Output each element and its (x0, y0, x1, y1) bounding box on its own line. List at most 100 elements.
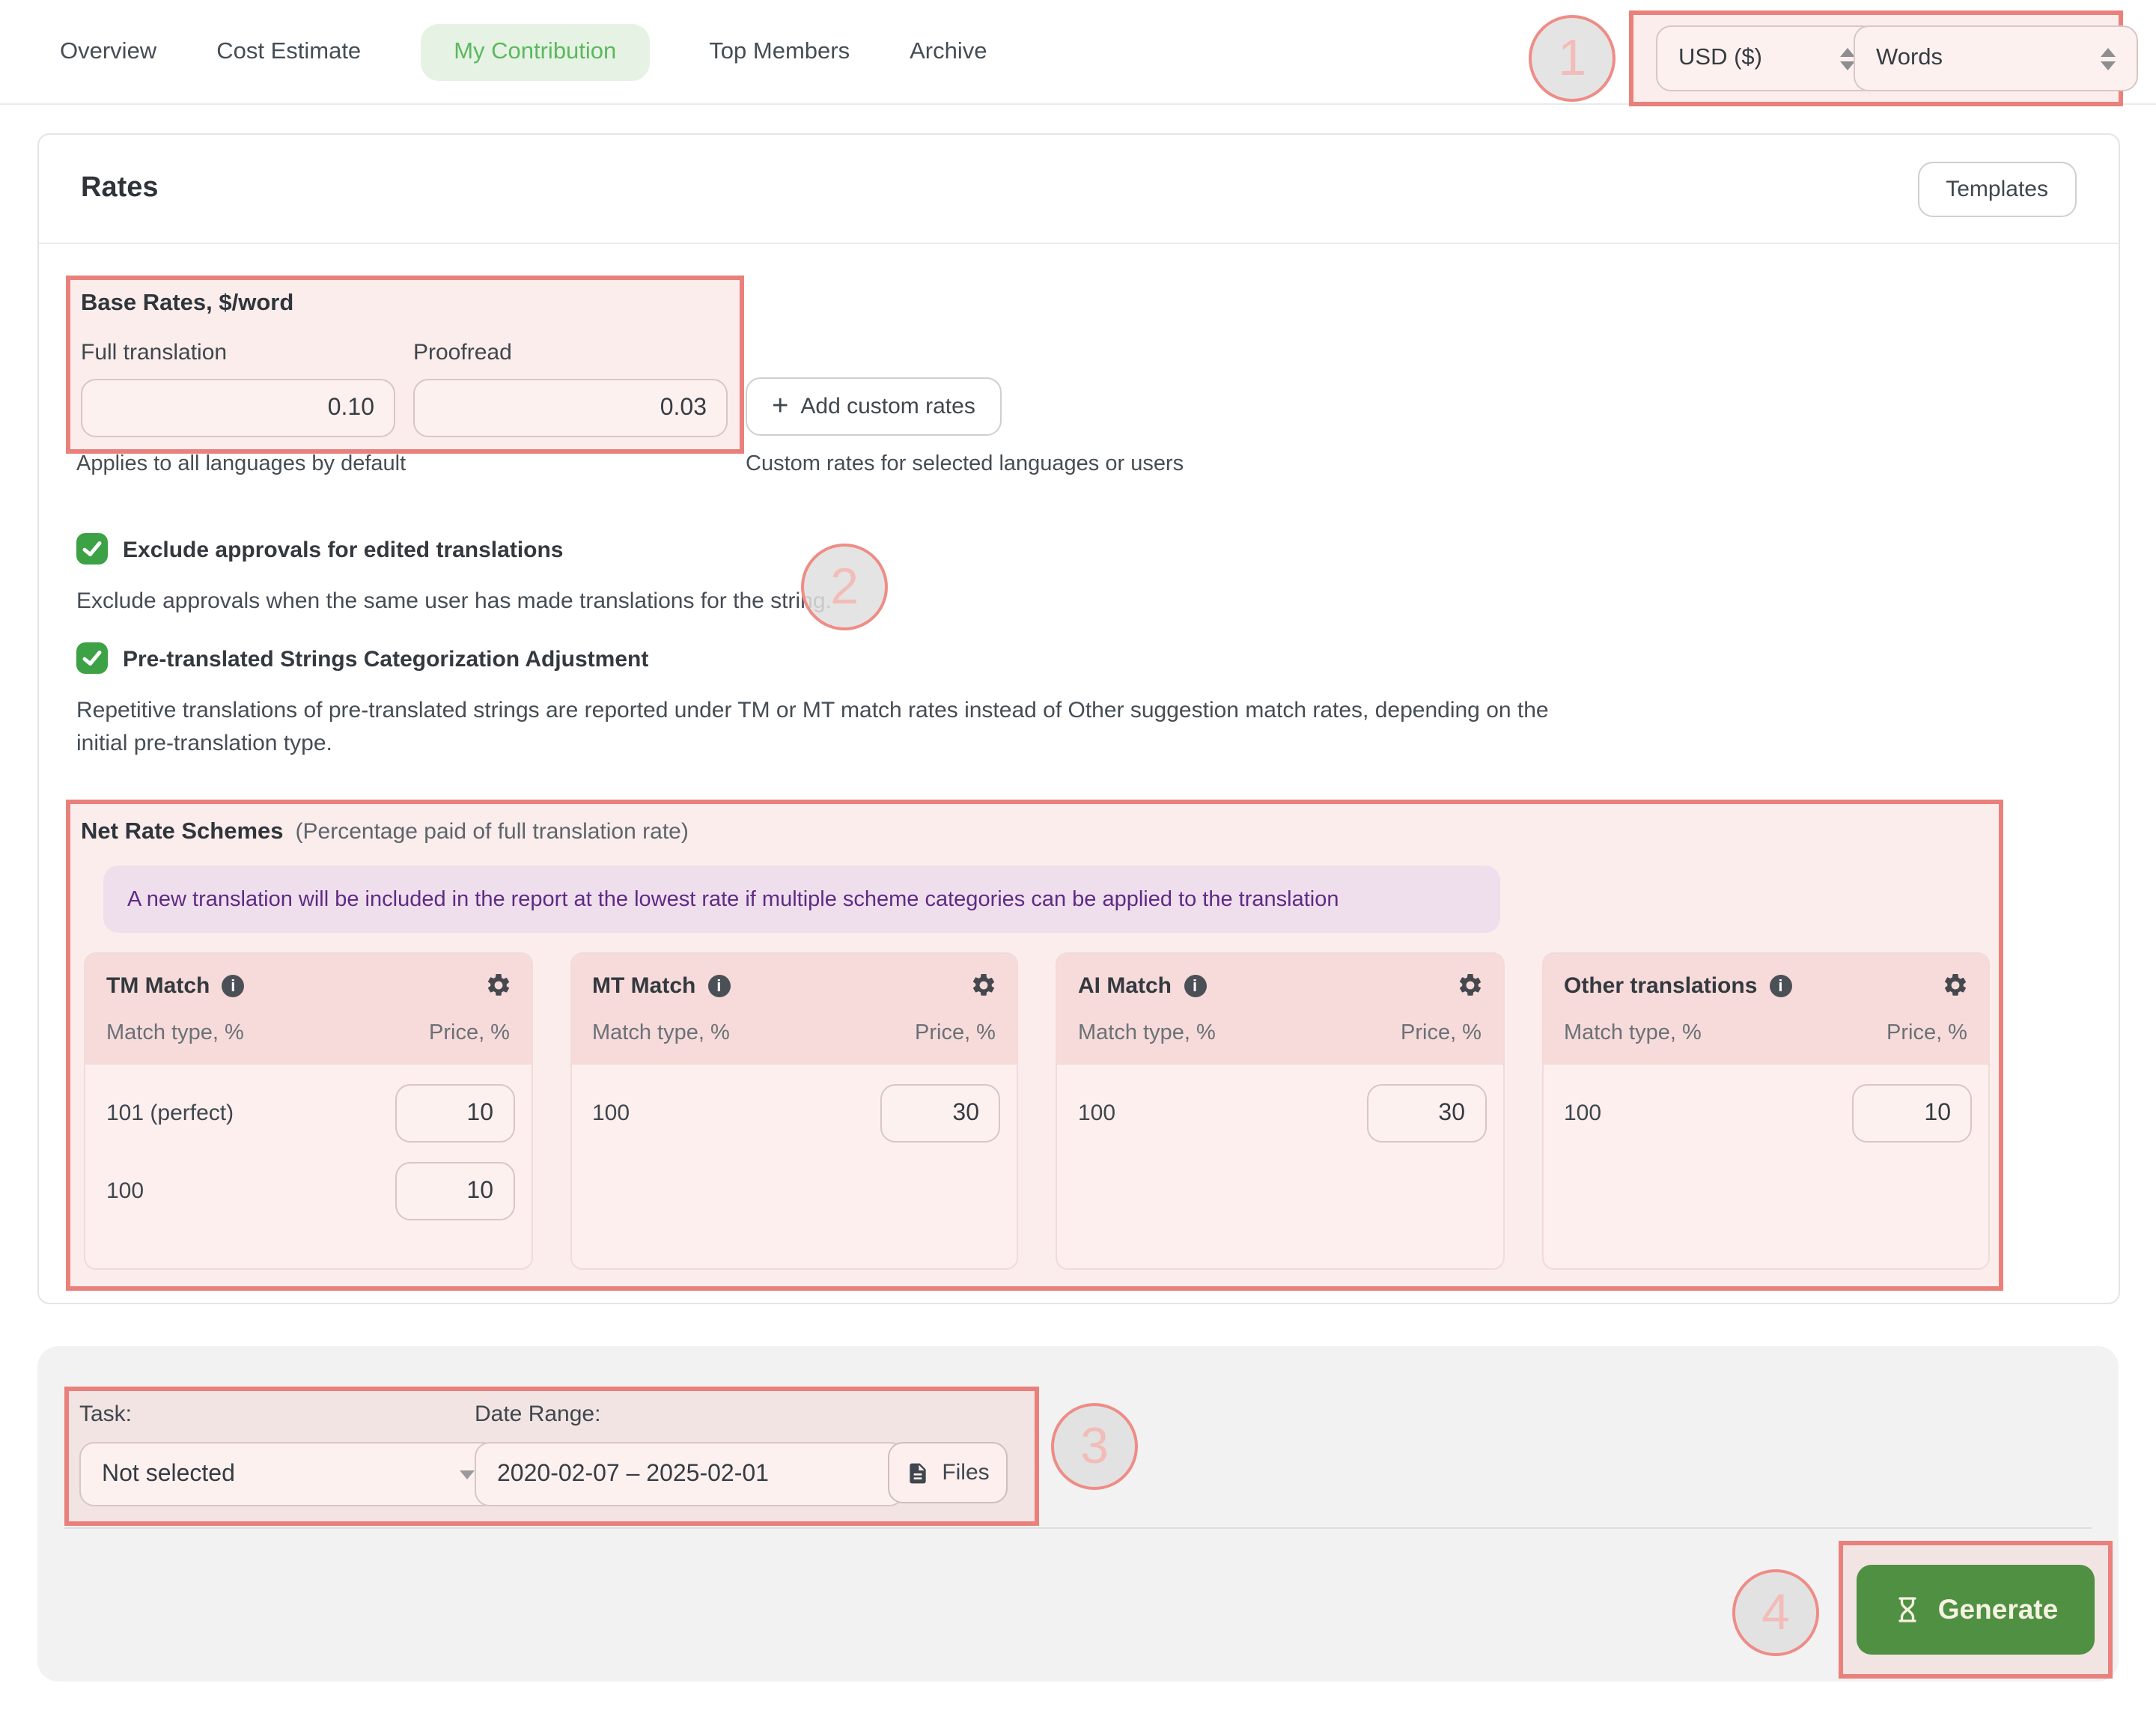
pretranslated-adjustment-checkbox[interactable] (76, 642, 108, 674)
check-icon (81, 647, 103, 669)
tm-match-title: TM Match (106, 973, 210, 999)
price-column-label: Price, % (429, 1021, 510, 1045)
match-type-value: 101 (perfect) (106, 1101, 234, 1126)
match-type-value: 100 (1564, 1101, 1601, 1126)
match-row: 100 (592, 1084, 1000, 1143)
net-rate-schemes-subtitle: (Percentage paid of full translation rat… (296, 819, 689, 845)
annotation-circle-2: 2 (801, 544, 888, 630)
files-button[interactable]: Files (888, 1442, 1008, 1503)
ai-match-title: AI Match (1078, 973, 1172, 999)
other-translations-card: Other translations i Match type, % Price… (1541, 952, 1990, 1270)
tab-my-contribution[interactable]: My Contribution (421, 23, 649, 80)
lowest-rate-info-banner: A new translation will be included in th… (103, 865, 1500, 933)
proofread-rate-input[interactable] (413, 379, 728, 437)
gear-icon[interactable] (1456, 972, 1483, 1006)
proofread-label: Proofread (413, 340, 512, 365)
match-type-value: 100 (592, 1101, 630, 1126)
rates-card: Rates Templates Base Rates, $/word Full … (37, 133, 2120, 1304)
price-input[interactable] (395, 1162, 514, 1220)
tm-match-card-header: TM Match i Match type, % Price, % (85, 954, 531, 1065)
match-type-column-label: Match type, % (106, 1021, 244, 1045)
tm-match-card: TM Match i Match type, % Price, % 101 (p… (84, 952, 532, 1270)
full-translation-rate-input[interactable] (81, 379, 395, 437)
file-icon (906, 1461, 930, 1485)
match-type-value: 100 (106, 1178, 144, 1204)
match-row: 101 (perfect) (106, 1084, 514, 1143)
info-icon[interactable]: i (1769, 975, 1791, 997)
ai-match-card-header: AI Match i Match type, % Price, % (1057, 954, 1502, 1065)
date-range-label: Date Range: (475, 1402, 600, 1427)
task-select[interactable]: Not selected (79, 1442, 497, 1506)
exclude-approvals-checkbox[interactable] (76, 533, 108, 565)
templates-button[interactable]: Templates (1917, 161, 2077, 216)
highlight-box-generate: Generate (1839, 1541, 2113, 1679)
price-input[interactable] (1852, 1084, 1972, 1143)
price-column-label: Price, % (1401, 1021, 1482, 1045)
tab-top-members[interactable]: Top Members (709, 38, 850, 65)
tab-archive[interactable]: Archive (910, 38, 987, 65)
pretranslated-adjustment-label: Pre-translated Strings Categorization Ad… (123, 647, 648, 672)
net-rate-schemes-title: Net Rate Schemes (81, 819, 284, 846)
highlight-box-net-rate-schemes: Net Rate Schemes (Percentage paid of ful… (66, 800, 2003, 1291)
footer-divider (64, 1527, 2092, 1529)
pretranslated-adjustment-description: Repetitive translations of pre-translate… (76, 695, 1574, 759)
info-icon[interactable]: i (707, 975, 730, 997)
generate-button-label: Generate (1938, 1593, 2058, 1626)
price-column-label: Price, % (915, 1021, 996, 1045)
highlight-box-selectors: USD ($) Words (1629, 10, 2123, 106)
info-icon[interactable]: i (222, 975, 244, 997)
rates-card-header: Rates Templates (39, 135, 2119, 244)
match-type-column-label: Match type, % (592, 1021, 730, 1045)
match-row: 100 (106, 1162, 514, 1220)
annotation-circle-3: 3 (1051, 1403, 1138, 1490)
task-label: Task: (79, 1402, 132, 1427)
match-row: 100 (1078, 1084, 1486, 1143)
mt-match-card-header: MT Match i Match type, % Price, % (571, 954, 1017, 1065)
report-page: Overview Cost Estimate My Contribution T… (0, 0, 2156, 1719)
info-icon[interactable]: i (1184, 975, 1206, 997)
base-rates-heading: Base Rates, $/word (81, 290, 293, 317)
add-custom-rates-button[interactable]: + Add custom rates (746, 377, 1002, 436)
custom-rates-note: Custom rates for selected languages or u… (746, 452, 1184, 476)
currency-select-value: USD ($) (1678, 45, 1762, 72)
files-button-label: Files (942, 1460, 989, 1485)
report-tabs: Overview Cost Estimate My Contribution T… (60, 0, 987, 103)
full-translation-label: Full translation (81, 340, 227, 365)
date-range-input[interactable]: 2020-02-07 – 2025-02-01 (475, 1442, 904, 1506)
add-custom-rates-label: Add custom rates (800, 394, 975, 419)
price-input[interactable] (1366, 1084, 1486, 1143)
currency-select[interactable]: USD ($) (1656, 25, 1878, 91)
gear-icon[interactable] (970, 972, 997, 1006)
match-cards-row: TM Match i Match type, % Price, % 101 (p… (84, 952, 1990, 1270)
units-select-value: Words (1876, 45, 1943, 72)
gear-icon[interactable] (484, 972, 511, 1006)
updown-arrows-icon (1840, 47, 1855, 70)
gear-icon[interactable] (1942, 972, 1969, 1006)
annotation-circle-4: 4 (1732, 1569, 1819, 1656)
other-translations-card-header: Other translations i Match type, % Price… (1543, 954, 1988, 1065)
hourglass-icon (1893, 1595, 1923, 1625)
annotation-circle-1: 1 (1529, 15, 1616, 102)
generate-button[interactable]: Generate (1857, 1565, 2095, 1655)
price-input[interactable] (880, 1084, 1000, 1143)
match-type-column-label: Match type, % (1564, 1021, 1702, 1045)
highlight-box-task-daterange: Task: Date Range: Not selected 2020-02-0… (64, 1387, 1039, 1526)
caret-down-icon (460, 1470, 475, 1479)
exclude-approvals-label: Exclude approvals for edited translation… (123, 538, 564, 563)
units-select[interactable]: Words (1854, 25, 2138, 91)
net-rate-schemes-heading: Net Rate Schemes (Percentage paid of ful… (81, 819, 689, 846)
tab-overview[interactable]: Overview (60, 38, 156, 65)
match-type-value: 100 (1078, 1101, 1115, 1126)
match-type-column-label: Match type, % (1078, 1021, 1216, 1045)
match-row: 100 (1564, 1084, 1972, 1143)
check-icon (81, 538, 103, 560)
ai-match-card: AI Match i Match type, % Price, % 100 (1056, 952, 1504, 1270)
price-input[interactable] (395, 1084, 514, 1143)
exclude-approvals-description: Exclude approvals when the same user has… (76, 585, 832, 618)
plus-icon: + (772, 392, 788, 421)
date-range-value: 2020-02-07 – 2025-02-01 (497, 1461, 769, 1488)
tab-cost-estimate[interactable]: Cost Estimate (216, 38, 361, 65)
mt-match-card: MT Match i Match type, % Price, % 100 (570, 952, 1018, 1270)
base-rates-note: Applies to all languages by default (76, 452, 406, 476)
highlight-box-base-rates: Base Rates, $/word Full translation Proo… (66, 276, 744, 454)
